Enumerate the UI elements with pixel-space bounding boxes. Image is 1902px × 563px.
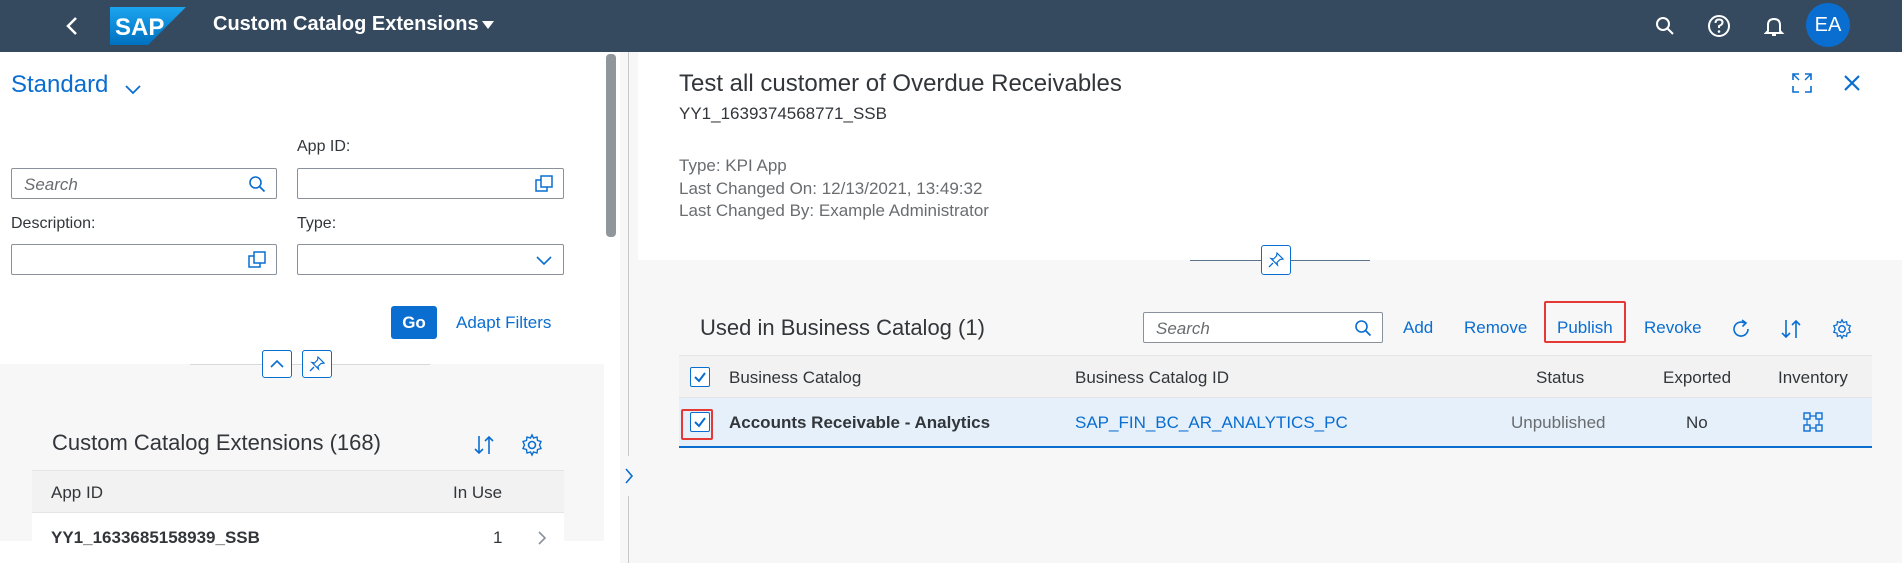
app-id-field[interactable] — [297, 168, 564, 199]
pin-header-button-overlay[interactable] — [302, 350, 332, 378]
adapt-filters-link[interactable]: Adapt Filters — [456, 313, 551, 333]
search-icon[interactable] — [248, 175, 266, 193]
type-select[interactable] — [297, 244, 564, 275]
app-title[interactable]: Custom Catalog Extensions — [213, 13, 479, 36]
object-title: Test all customer of Overdue Receivables — [679, 70, 1122, 97]
description-field[interactable] — [11, 244, 277, 275]
description-label: Description: — [11, 215, 96, 232]
sort-icon[interactable] — [1780, 318, 1802, 340]
variant-selector[interactable]: Standard — [11, 71, 108, 99]
search-icon[interactable] — [1651, 12, 1679, 40]
column-header-business-catalog-id[interactable]: Business Catalog ID — [1075, 368, 1229, 388]
shell-bar: SAP Custom Catalog Extensions EA — [0, 0, 1902, 52]
table-row[interactable]: Accounts Receivable - Analytics SAP_FIN_… — [679, 398, 1872, 448]
list-title: Custom Catalog Extensions (168) — [52, 430, 381, 455]
column-header-in-use[interactable]: In Use — [453, 483, 502, 503]
settings-icon[interactable] — [520, 433, 544, 457]
section-title: Used in Business Catalog (1) — [700, 315, 985, 340]
attr-type: Type: KPI App — [679, 156, 787, 175]
object-subtitle: YY1_1639374568771_SSB — [679, 104, 887, 123]
expand-panel-icon[interactable] — [623, 466, 635, 486]
scrollbar-thumb[interactable] — [606, 54, 616, 237]
search-icon[interactable] — [1354, 319, 1372, 337]
sort-icon[interactable] — [472, 433, 496, 457]
list-table-header: App ID In Use — [32, 470, 564, 513]
remove-button[interactable]: Remove — [1464, 318, 1527, 338]
row-status: Unpublished — [1511, 413, 1606, 432]
table-row[interactable]: YY1_1633685158939_SSB 1 — [32, 513, 564, 563]
pin-icon — [1268, 252, 1284, 268]
row-business-catalog: Accounts Receivable - Analytics — [729, 413, 991, 432]
search-placeholder: Search — [24, 175, 78, 194]
attr-last-changed-on: Last Changed On: 12/13/2021, 13:49:32 — [679, 179, 983, 198]
dropdown-caret-icon[interactable] — [481, 19, 495, 31]
search-input[interactable]: Search — [11, 168, 277, 199]
refresh-icon[interactable] — [1730, 318, 1752, 340]
close-icon[interactable] — [1840, 71, 1864, 95]
value-help-icon[interactable] — [248, 251, 266, 269]
row-app-id: YY1_1633685158939_SSB — [51, 528, 260, 547]
add-button[interactable]: Add — [1403, 318, 1433, 338]
row-checkbox-highlight — [681, 409, 713, 440]
help-icon[interactable] — [1705, 12, 1733, 40]
row-business-catalog-id-link[interactable]: SAP_FIN_BC_AR_ANALYTICS_PC — [1075, 413, 1348, 433]
column-header-exported[interactable]: Exported — [1663, 368, 1731, 388]
inventory-icon[interactable] — [1802, 411, 1824, 433]
type-label: Type: — [297, 215, 337, 232]
bell-icon[interactable] — [1760, 12, 1788, 40]
checkbox-icon — [694, 372, 706, 383]
catalog-search-placeholder: Search — [1156, 319, 1210, 338]
select-all-checkbox[interactable] — [690, 367, 710, 387]
sap-logo[interactable]: SAP — [110, 7, 186, 45]
revoke-button[interactable]: Revoke — [1644, 318, 1702, 338]
column-header-inventory[interactable]: Inventory — [1778, 368, 1848, 388]
go-button[interactable]: Go — [391, 306, 437, 339]
value-help-icon[interactable] — [535, 175, 553, 193]
back-icon[interactable] — [60, 13, 86, 39]
column-header-app-id[interactable]: App ID — [51, 483, 103, 503]
catalog-search-input[interactable]: Search — [1143, 312, 1383, 343]
chevron-down-icon[interactable] — [124, 84, 142, 96]
publish-highlight — [1544, 301, 1626, 343]
column-header-status[interactable]: Status — [1536, 368, 1584, 388]
app-id-label: App ID: — [297, 138, 351, 155]
avatar[interactable]: EA — [1806, 3, 1850, 47]
attr-last-changed-by: Last Changed By: Example Administrator — [679, 201, 989, 220]
nav-arrow-icon[interactable] — [536, 529, 548, 547]
fullscreen-icon[interactable] — [1790, 71, 1814, 95]
row-in-use: 1 — [493, 528, 503, 547]
catalog-table-header: Business Catalog Business Catalog ID Sta… — [679, 355, 1872, 398]
settings-icon[interactable] — [1831, 318, 1853, 340]
pin-header-button[interactable] — [1261, 245, 1291, 275]
chevron-down-icon[interactable] — [535, 251, 553, 269]
collapse-header-button-overlay[interactable] — [262, 350, 292, 378]
logo-text: SAP — [115, 14, 164, 41]
row-exported: No — [1686, 413, 1708, 432]
column-header-business-catalog[interactable]: Business Catalog — [729, 368, 861, 388]
